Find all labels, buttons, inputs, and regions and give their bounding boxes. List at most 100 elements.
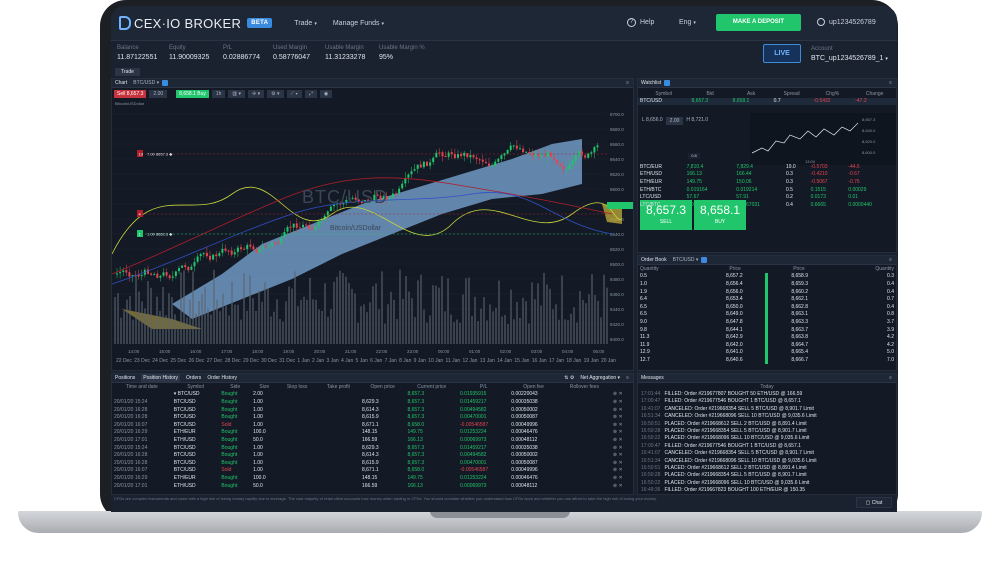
candle [258, 249, 261, 253]
link-icon[interactable] [701, 257, 708, 263]
panel-menu-icon[interactable]: ≡ [626, 79, 629, 88]
tab-orders[interactable]: Orders [186, 374, 201, 383]
link-icon[interactable] [162, 80, 169, 86]
position-row[interactable]: 20/01/20 15:24 BTC/USD Bought 1.00 8,629.3 8,… [112, 444, 633, 452]
order-book-row[interactable]: 11.9 8,642.0 8,664.7 4.2 [638, 340, 896, 349]
position-row[interactable]: 20/01/20 16:07 BTC/USD Sold 1.00 8,671.1 8,65… [112, 421, 633, 429]
cell: -0.5703 [810, 163, 828, 170]
close-icon[interactable]: ⊗ ✕ [611, 467, 633, 475]
candle [320, 220, 323, 222]
tab-order-history[interactable]: Order History [207, 374, 237, 383]
bid-qty: 9.8 [640, 326, 647, 333]
close-icon[interactable]: ⊗ ✕ [611, 398, 633, 406]
order-book-row[interactable]: 12.7 8,640.6 8,666.7 7.0 [638, 356, 896, 364]
close-icon[interactable]: ⊗ ✕ [611, 421, 633, 429]
fullscreen-icon[interactable]: ⤢ [304, 90, 317, 98]
chart-sell-button[interactable]: Sell 8,657.3 [114, 90, 147, 98]
chart-qty-input[interactable]: 2.00 [149, 90, 168, 98]
close-icon[interactable]: ⊗ ✕ [611, 406, 633, 414]
close-icon[interactable]: ⊗ ✕ [611, 451, 633, 459]
message-item: 17:00:47 FILLED: Order #219677546 BOUGHT … [641, 398, 896, 405]
camera-icon[interactable]: ◉ [319, 90, 333, 98]
brand-logo[interactable]: CEX·IO BROKER BETA [119, 16, 273, 31]
watchlist-row[interactable]: LTC/USD 57.67 57.91 0.2 0.0173 0.01 [638, 193, 896, 201]
order-book-row[interactable]: 0.5 8,657.2 8,658.9 0.3 [638, 272, 896, 281]
link-icon[interactable] [664, 80, 671, 86]
position-row[interactable]: 20/01/20 16:28 BTC/USD Bought 1.00 8,614.3 8,… [112, 451, 633, 459]
position-row[interactable]: 20/01/20 16:29 ETH/EUR Bought 100.0 148.15 14… [112, 429, 633, 437]
order-book-row[interactable]: 1.9 8,656.0 8,660.2 0.4 [638, 287, 896, 296]
col-header: Quantity [875, 265, 894, 272]
tab-positions[interactable]: Positions [115, 374, 135, 383]
nav-trade[interactable]: Trade ▾ [294, 20, 317, 27]
close-icon[interactable]: ⊗ ✕ [611, 436, 633, 444]
filter-icon[interactable]: ⇅ ⚙ [564, 374, 574, 383]
close-icon[interactable]: ⊗ ✕ [611, 444, 633, 452]
order-book-row[interactable]: 6.5 8,650.0 8,662.8 0.4 [638, 302, 896, 311]
position-row[interactable]: 20/01/20 17:01 ETH/USD Bought 50.0 166.59 166… [112, 482, 633, 490]
order-book-row[interactable]: 9.0 8,647.8 8,663.3 3.7 [638, 318, 896, 326]
language-select[interactable]: Eng ▾ [679, 19, 696, 26]
date-axis[interactable]: 22 Dec 23 Dec 24 Dec 25 Dec 26 Dec 27 Dec 28 D… [116, 358, 616, 367]
tab-trade[interactable]: Trade [115, 68, 140, 76]
position-row[interactable]: 20/01/20 16:28 BTC/USD Bought 1.00 8,614.3 8,… [112, 406, 633, 414]
live-toggle[interactable]: LIVE [763, 44, 801, 63]
order-book-row[interactable]: 6.4 8,653.4 8,662.1 0.7 [638, 295, 896, 303]
position-row[interactable]: ▾ BTC/USD Bought 2.00 8,657.3 0.01935915 0.00… [112, 391, 633, 399]
watchlist-row[interactable]: BTC/EUR 7,810.4 7,829.4 19.0 -0.5703 -44.6 [638, 163, 896, 171]
ob-symbol-select[interactable]: BTC/USD ▾ [673, 256, 699, 265]
chart-symbol-select[interactable]: BTC/USD ▾ [133, 79, 159, 88]
close-icon[interactable]: ⊗ ✕ [611, 429, 633, 437]
ask-qty: 0.7 [887, 296, 894, 303]
nav-manage-funds[interactable]: Manage Funds ▾ [333, 20, 384, 27]
close-icon[interactable]: ⊗ ✕ [611, 459, 633, 467]
mini-price-chart: 8,657.38,640.08,620.08,600.013:00 [750, 113, 896, 165]
user-menu[interactable]: up1234526789 [817, 18, 876, 26]
aggregation-select[interactable]: Net Aggregation ▾ [580, 374, 620, 383]
position-row[interactable]: 20/01/20 16:29 ETH/EUR Bought 100.0 148.15 14… [112, 474, 633, 482]
interval-select[interactable]: 1h [211, 90, 226, 98]
tab-position-history[interactable]: Position History [141, 373, 181, 383]
messages-list[interactable]: 17:01:44 FILLED: Order #219677807 BOUGHT … [638, 391, 896, 494]
position-row[interactable]: 20/01/20 15:24 BTC/USD Bought 1.00 8,629.3 8,… [112, 398, 633, 406]
chart-type-icon[interactable]: ▥ ▾ [228, 90, 246, 98]
messages-header: Messages ≡ [638, 374, 896, 383]
position-row[interactable]: 20/01/20 16:28 BTC/USD Bought 1.00 8,615.9 8,… [112, 459, 633, 467]
make-deposit-button[interactable]: MAKE A DEPOSIT [716, 14, 801, 31]
panel-menu-icon[interactable]: ≡ [626, 374, 629, 383]
indicators-icon[interactable]: ✢ ▾ [248, 90, 265, 98]
order-book-row[interactable]: 9.8 8,644.1 8,663.7 3.9 [638, 325, 896, 334]
close-icon[interactable]: ⊗ ✕ [611, 413, 633, 421]
panel-menu-icon[interactable]: ≡ [889, 79, 892, 88]
watchlist-row[interactable]: ETH/USD 166.13 166.44 0.3 -0.4210 -0.67 [638, 171, 896, 179]
account-select[interactable]: Account BTC_up1234526789_1 ▾ [811, 46, 888, 62]
date-tick: 11 Jan [445, 358, 461, 364]
volume-bar [426, 322, 428, 344]
close-icon[interactable]: ⊗ ✕ [611, 474, 633, 482]
settings-icon[interactable]: ⚙ ▾ [267, 90, 284, 98]
order-book-row[interactable]: 6.5 8,649.0 8,663.1 0.8 [638, 310, 896, 319]
order-book-row[interactable]: 1.0 8,656.4 8,659.3 0.4 [638, 280, 896, 288]
order-book-row[interactable]: 12.9 8,641.0 8,665.4 5.0 [638, 348, 896, 357]
order-book-row[interactable]: 11.3 8,642.9 8,663.8 4.2 [638, 333, 896, 341]
close-icon[interactable]: ⊗ ✕ [611, 391, 633, 399]
close-icon[interactable]: ⊗ ✕ [611, 482, 633, 490]
order-qty-input[interactable]: 2.00 [665, 117, 684, 125]
draw-icon[interactable]: ⟋ ▾ [286, 90, 302, 98]
watchlist-row[interactable]: LTC/BTC 0.0066688 0.0067031 0.4 0.6665 0.0000… [638, 201, 896, 209]
chat-button[interactable]: ▢ Chat [856, 497, 892, 508]
panel-menu-icon[interactable]: ≡ [889, 374, 892, 383]
watchlist-row[interactable]: ETH/EUR 149.75 150.06 0.3 -0.5067 -0.76 [638, 178, 896, 186]
help-icon: ? [627, 18, 636, 27]
ask-qty: 4.2 [887, 341, 894, 348]
watchlist-row[interactable]: ETH/BTC 0.019164 0.019214 0.5 0.1515 0.00029 [638, 186, 896, 194]
help-link[interactable]: ? Help [627, 18, 654, 27]
chart-buy-button[interactable]: 8,658.1 Buy [176, 90, 209, 98]
panel-menu-icon[interactable]: ≡ [889, 256, 892, 265]
col-header: Ask [746, 90, 756, 97]
position-row[interactable]: 20/01/20 17:01 ETH/USD Bought 50.0 166.59 166… [112, 436, 633, 444]
cell: -0.67 [848, 171, 860, 178]
watchlist-row-selected[interactable]: BTC/USD 8,657.3 8,658.1 0.7 -0.5432 -47.2 [638, 97, 896, 106]
position-row[interactable]: 20/01/20 16:07 BTC/USD Sold 1.00 8,671.1 8,65… [112, 467, 633, 475]
position-row[interactable]: 20/01/20 16:28 BTC/USD Bought 1.00 8,615.9 8,… [112, 413, 633, 421]
